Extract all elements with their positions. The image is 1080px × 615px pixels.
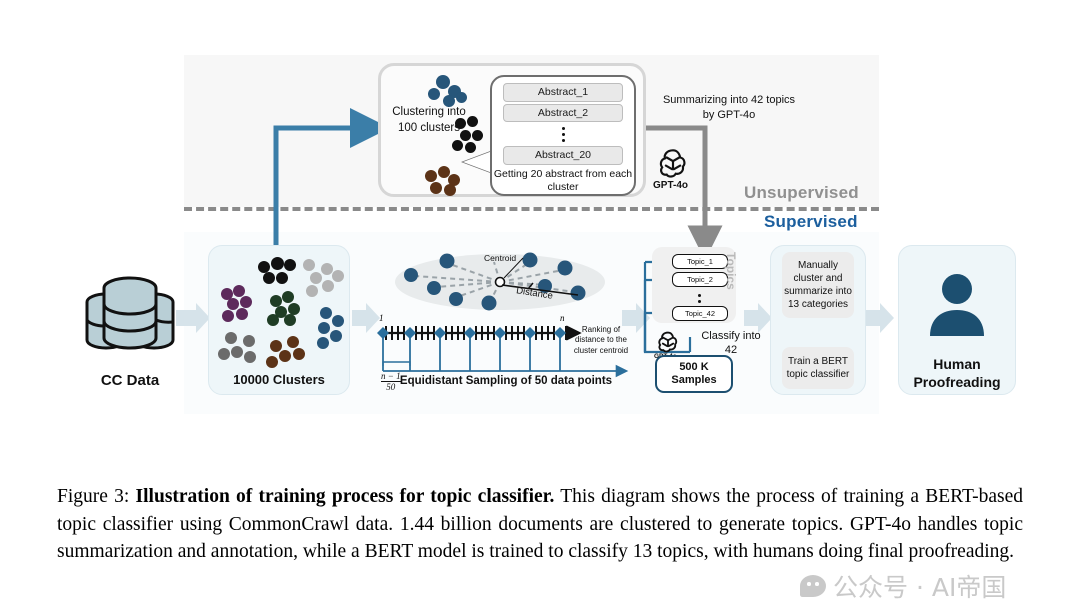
human-proofreading-label: Human Proofreading [913,356,1001,390]
ranking-label: Ranking of distance to the cluster centr… [573,325,629,355]
watermark-text: 公众号 · AI帝国 [833,573,1007,602]
sampling-caption: Equidistant Sampling of 50 data points [399,375,613,387]
cc-data-icon [78,260,182,369]
topic-box: Topic_2 [672,272,728,287]
samples-unit: Samples [671,374,717,386]
axis-start-label: 1 [379,313,384,323]
figure-diagram: Unsupervised Supervised Clustering into … [0,0,1080,460]
abstract-item: Abstract_20 [503,146,623,165]
topics-side-label: Topics [724,252,738,290]
watermark: 公众号 · AI帝国 [800,568,1006,604]
classify-label: Classify into 42 [701,330,761,356]
cc-data-label: CC Data [100,372,160,389]
samples-count: 500 K [679,361,709,374]
topic-box: Topic_1 [672,254,728,269]
person-icon [926,272,988,347]
gpt-4o-label: GPT-4o [653,180,689,191]
gpt-4o-logo-icon [655,144,691,185]
abstract-item: Abstract_2 [503,103,623,123]
bubble-caption: Getting 20 abstract from each cluster [493,167,633,193]
figure-caption: Figure 3: Illustration of training proce… [57,483,1023,566]
summarizing-label: Summarizing into 42 topics by GPT-4o [662,94,796,121]
samples-box: 500 K Samples [655,355,733,393]
vertical-ellipsis-icon [561,127,565,143]
caption-bold-title: Illustration of training process for top… [135,486,555,507]
wechat-bubble-icon [800,575,826,597]
manual-cluster-box: Manually cluster and summarize into 13 c… [782,252,854,318]
abstract-item: Abstract_1 [503,83,623,102]
centroid-label: Centroid [484,253,517,263]
clusters-stage-label: 10000 Clusters [233,372,325,387]
abstracts-bubble: Abstract_1 Abstract_2 Abstract_20 Gettin… [490,75,636,196]
topic-box: Topic_42 [672,306,728,321]
train-bert-box: Train a BERT topic classifier [782,347,854,389]
caption-figure-number: Figure 3: [57,486,130,507]
axis-end-label: n [560,313,565,323]
